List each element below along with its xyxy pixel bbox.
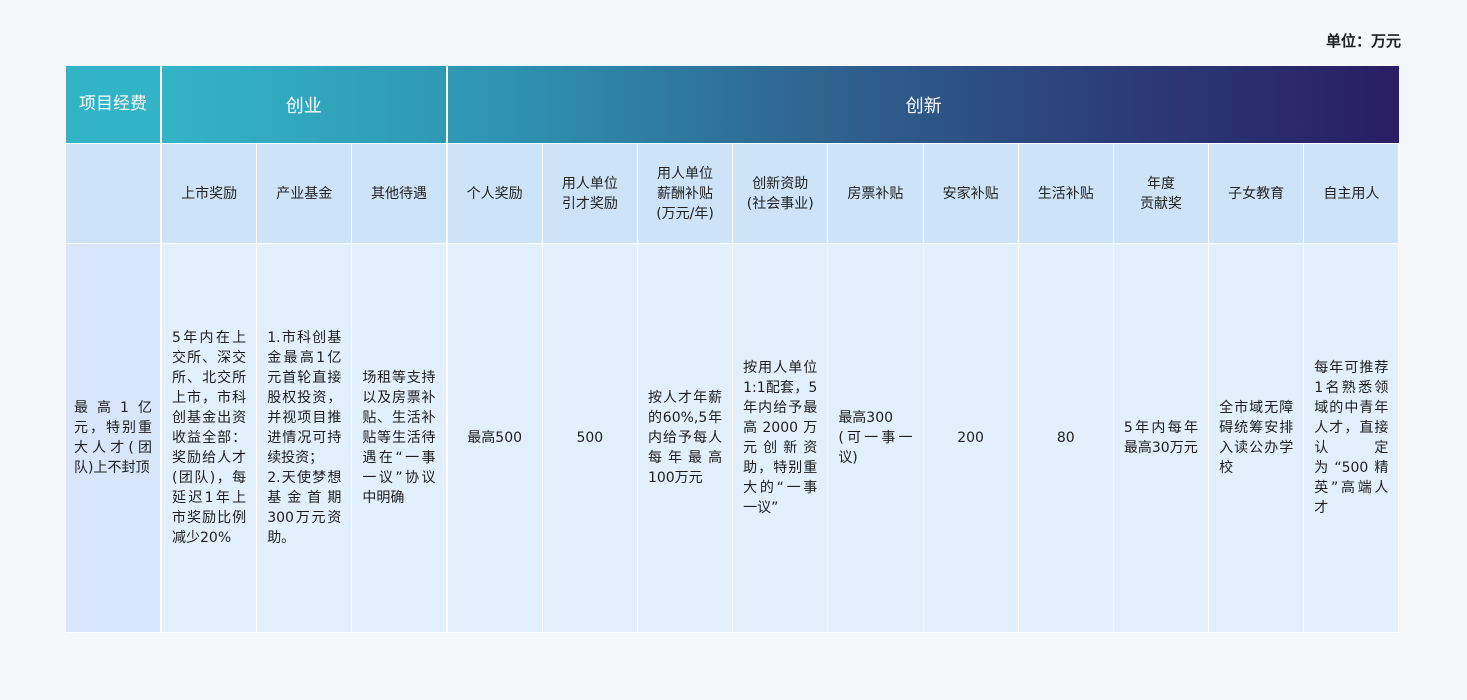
table-cell: 500 (542, 244, 638, 633)
column-header-label: 其他待遇 (370, 185, 427, 202)
table-cell-text: 场租等支持以及房票补贴、生活补贴等生活待遇在“一事一议”协议中明确 (362, 370, 436, 506)
header-corner-label: 项目经费 (79, 94, 147, 114)
table-cell-text: 按用人单位1:1配套，5年内给予最高2000万元创新资助，特别重大的“一事一议” (743, 360, 818, 516)
table-cell: 全市域无障碍统筹安排入读公办学校 (1209, 244, 1305, 633)
column-header: 子女教育 (1209, 144, 1305, 244)
column-header-label: 产业基金 (276, 185, 333, 202)
table-cell-text: 最高300 (可一事一议) (838, 410, 913, 466)
row-label-cell: 最高1亿元，特别重大人才(团队)上不封顶 (66, 244, 162, 633)
column-header: 用人单位 引才奖励 (542, 144, 638, 244)
subheader-corner-cell (66, 144, 162, 244)
table-cell-text: 200 (957, 430, 984, 446)
column-header-label: 自主用人 (1323, 185, 1380, 202)
table-cell: 每年可推荐1名熟悉领域的中青年人才，直接认定为“500精英”高端人才 (1304, 244, 1400, 633)
table-cell: 80 (1018, 244, 1114, 633)
table-cell: 最高500 (447, 244, 543, 633)
column-header-label: 创新资助 (社会事业) (746, 175, 814, 212)
column-header-label: 房票补贴 (847, 185, 904, 202)
table-cell: 按用人单位1:1配套，5年内给予最高2000万元创新资助，特别重大的“一事一议” (733, 244, 829, 633)
table-cell-text: 每年可推荐1名熟悉领域的中青年人才，直接认定为“500精英”高端人才 (1314, 360, 1389, 516)
policy-table: 项目经费 创业 创新 上市奖励 产业基金 其他待遇 个人奖励 用人单位 引才奖励 用人单位薪… (66, 66, 1400, 633)
table-cell: 200 (923, 244, 1019, 633)
column-header-label: 用人单位 引才奖励 (561, 175, 618, 212)
header-innovation: 创新 (905, 95, 942, 117)
table-cell-text: 按人才年薪的60%,5年内给予每人每年最高100万元 (647, 390, 723, 486)
column-header-label: 子女教育 (1228, 185, 1285, 202)
table-cell: 5年内在上交所、深交所、北交所上市，市科创基金出资收益全部：奖励给人才(团队)，… (162, 244, 258, 633)
table-cell: 最高300 (可一事一议) (828, 244, 924, 633)
column-header: 创新资助 (社会事业) (733, 144, 829, 244)
table-cell-text: 5年内在上交所、深交所、北交所上市，市科创基金出资收益全部：奖励给人才(团队)，… (172, 330, 247, 546)
column-header: 安家补贴 (923, 144, 1019, 244)
column-header: 其他待遇 (352, 144, 448, 244)
table-cell: 5年内每年最高30万元 (1113, 244, 1210, 633)
column-header: 房票补贴 (828, 144, 924, 244)
table-cell-text: 全市域无障碍统筹安排入读公办学校 (1219, 400, 1294, 476)
column-header: 生活补贴 (1018, 144, 1114, 244)
table-cell-text: 最高500 (467, 430, 523, 446)
column-header-label: 上市奖励 (181, 185, 238, 202)
unit-label: 单位：万元 (1325, 32, 1401, 50)
column-header: 产业基金 (257, 144, 353, 244)
column-header-label: 个人奖励 (466, 185, 523, 202)
table-cell-text: 500 (576, 430, 604, 446)
table-cell: 按人才年薪的60%,5年内给予每人每年最高100万元 (637, 244, 734, 633)
column-header: 年度 贡献奖 (1113, 144, 1210, 244)
column-header: 自主用人 (1304, 144, 1400, 244)
table-cell-text: 80 (1056, 430, 1075, 446)
header-category-band: 创业 创新 (162, 66, 1400, 144)
table-cell-text: 5年内每年最高30万元 (1123, 420, 1199, 456)
column-header: 个人奖励 (447, 144, 543, 244)
header-corner-cell: 项目经费 (66, 66, 162, 144)
column-header-label: 安家补贴 (942, 185, 999, 202)
row-label: 最高1亿元，特别重大人才(团队)上不封顶 (74, 400, 152, 476)
header-startup: 创业 (162, 66, 448, 143)
column-header-label: 用人单位 薪酬补贴 (万元/年) (656, 165, 714, 222)
column-header-label: 生活补贴 (1037, 185, 1094, 202)
table-cell: 场租等支持以及房票补贴、生活补贴等生活待遇在“一事一议”协议中明确 (352, 244, 448, 633)
column-header: 上市奖励 (162, 144, 258, 244)
column-header: 用人单位 薪酬补贴 (万元/年) (637, 144, 734, 244)
column-header-label: 年度 贡献奖 (1139, 175, 1182, 212)
table-cell-text: 1.市科创基金最高1亿元首轮直接股权投资，并视项目推进情况可持续投资； 2.天使梦… (267, 330, 342, 546)
table-cell: 1.市科创基金最高1亿元首轮直接股权投资，并视项目推进情况可持续投资； 2.天使梦… (257, 244, 353, 633)
